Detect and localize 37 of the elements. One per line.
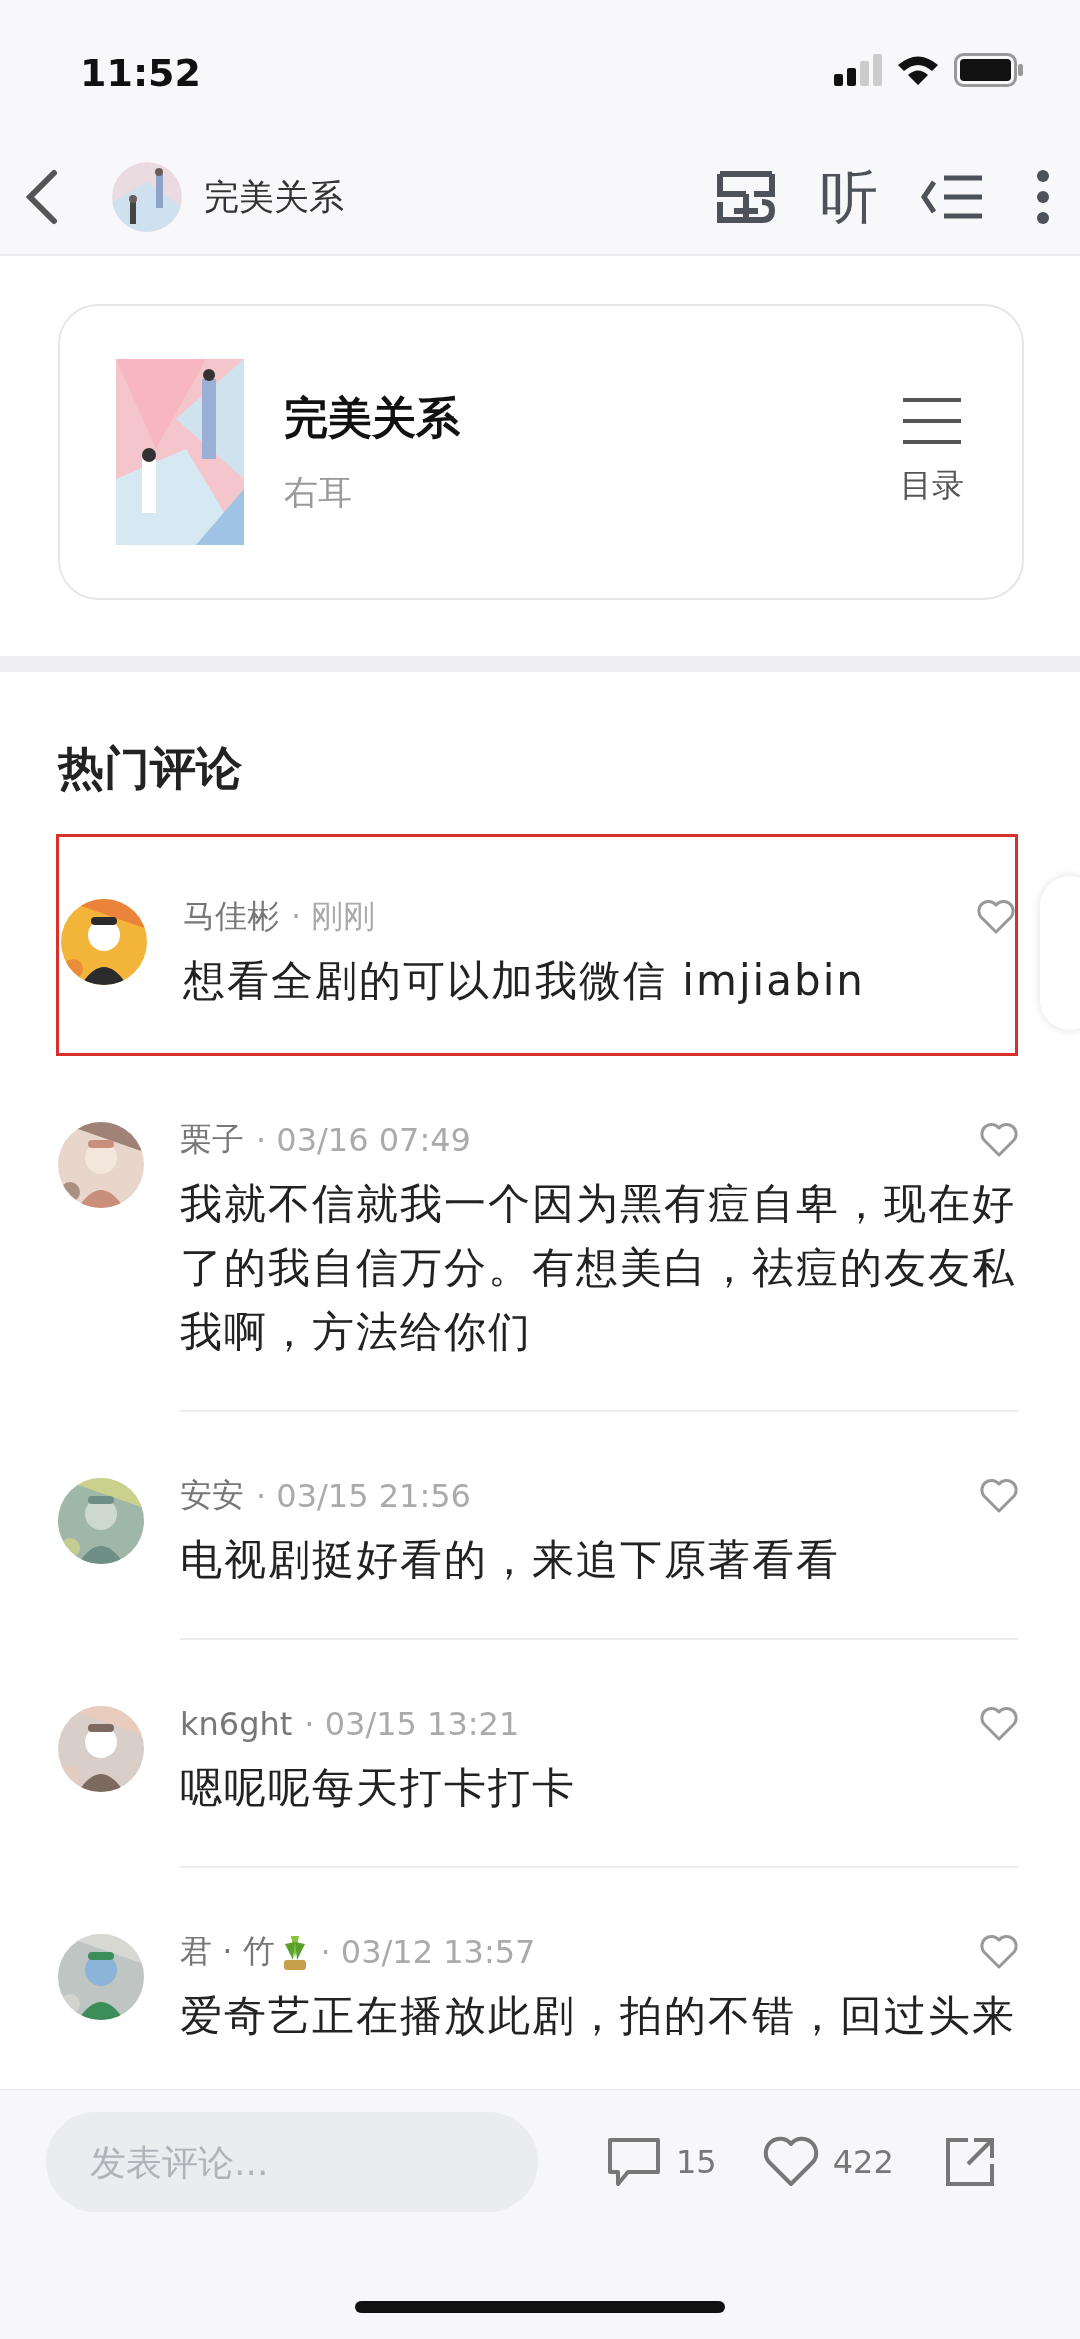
comment-time: · 03/12 13:57 <box>320 1933 536 1971</box>
user-name[interactable]: 安安 <box>180 1474 244 1518</box>
comment-icon[interactable] <box>606 2136 662 2188</box>
signal-icon <box>834 54 882 86</box>
heart-icon[interactable] <box>977 899 1015 935</box>
like-icon[interactable] <box>762 2136 819 2188</box>
comment-time: · 刚刚 <box>291 896 376 937</box>
user-name[interactable]: 君 · 竹 <box>180 1930 275 1974</box>
contents-button[interactable]: 目录 <box>900 396 964 508</box>
comment-time: · 03/15 13:21 <box>304 1705 520 1743</box>
listen-button[interactable]: 听 <box>820 168 878 226</box>
comment-time: · 03/16 07:49 <box>256 1121 471 1159</box>
heart-icon[interactable] <box>980 1706 1018 1742</box>
heart-icon[interactable] <box>980 1934 1018 1970</box>
comment-input[interactable]: 发表评论... <box>46 2112 538 2212</box>
battery-icon <box>954 53 1024 87</box>
wifi-icon <box>896 54 940 86</box>
book-title: 完美关系 <box>284 390 461 445</box>
comment-text: 想看全剧的可以加我微信 imjiabin <box>183 955 866 1007</box>
heart-icon[interactable] <box>980 1122 1018 1158</box>
list-icon[interactable] <box>901 396 963 446</box>
user-name[interactable]: 栗子 <box>180 1118 244 1162</box>
comment-count: 15 <box>676 2143 717 2181</box>
comment-time: · 03/15 21:56 <box>256 1477 471 1515</box>
comment-text: 爱奇艺正在播放此剧，拍的不错，回过头来 <box>180 1990 1017 2042</box>
book-card[interactable]: 完美关系 右耳 目录 <box>58 304 1024 600</box>
user-name[interactable]: 马佳彬 <box>183 895 279 939</box>
comment-text: 嗯呢呢每天打卡打卡 <box>180 1762 577 1814</box>
heart-icon[interactable] <box>980 1478 1018 1514</box>
book-author: 右耳 <box>284 470 353 514</box>
like-count: 422 <box>832 2143 894 2181</box>
comment-text: 电视剧挺好看的，来追下原著看看 <box>180 1534 841 1586</box>
user-name[interactable]: kn6ght <box>180 1705 293 1743</box>
status-time: 11:52 <box>80 50 201 95</box>
comment-text: 我就不信就我一个因为黑有痘自卑，现在好了的我自信万分。有想美白，祛痘的友友私我啊，方法给你们 <box>180 1178 1017 1358</box>
section-title: 热门评论 <box>58 740 242 797</box>
nav-title: 完美关系 <box>204 175 345 219</box>
